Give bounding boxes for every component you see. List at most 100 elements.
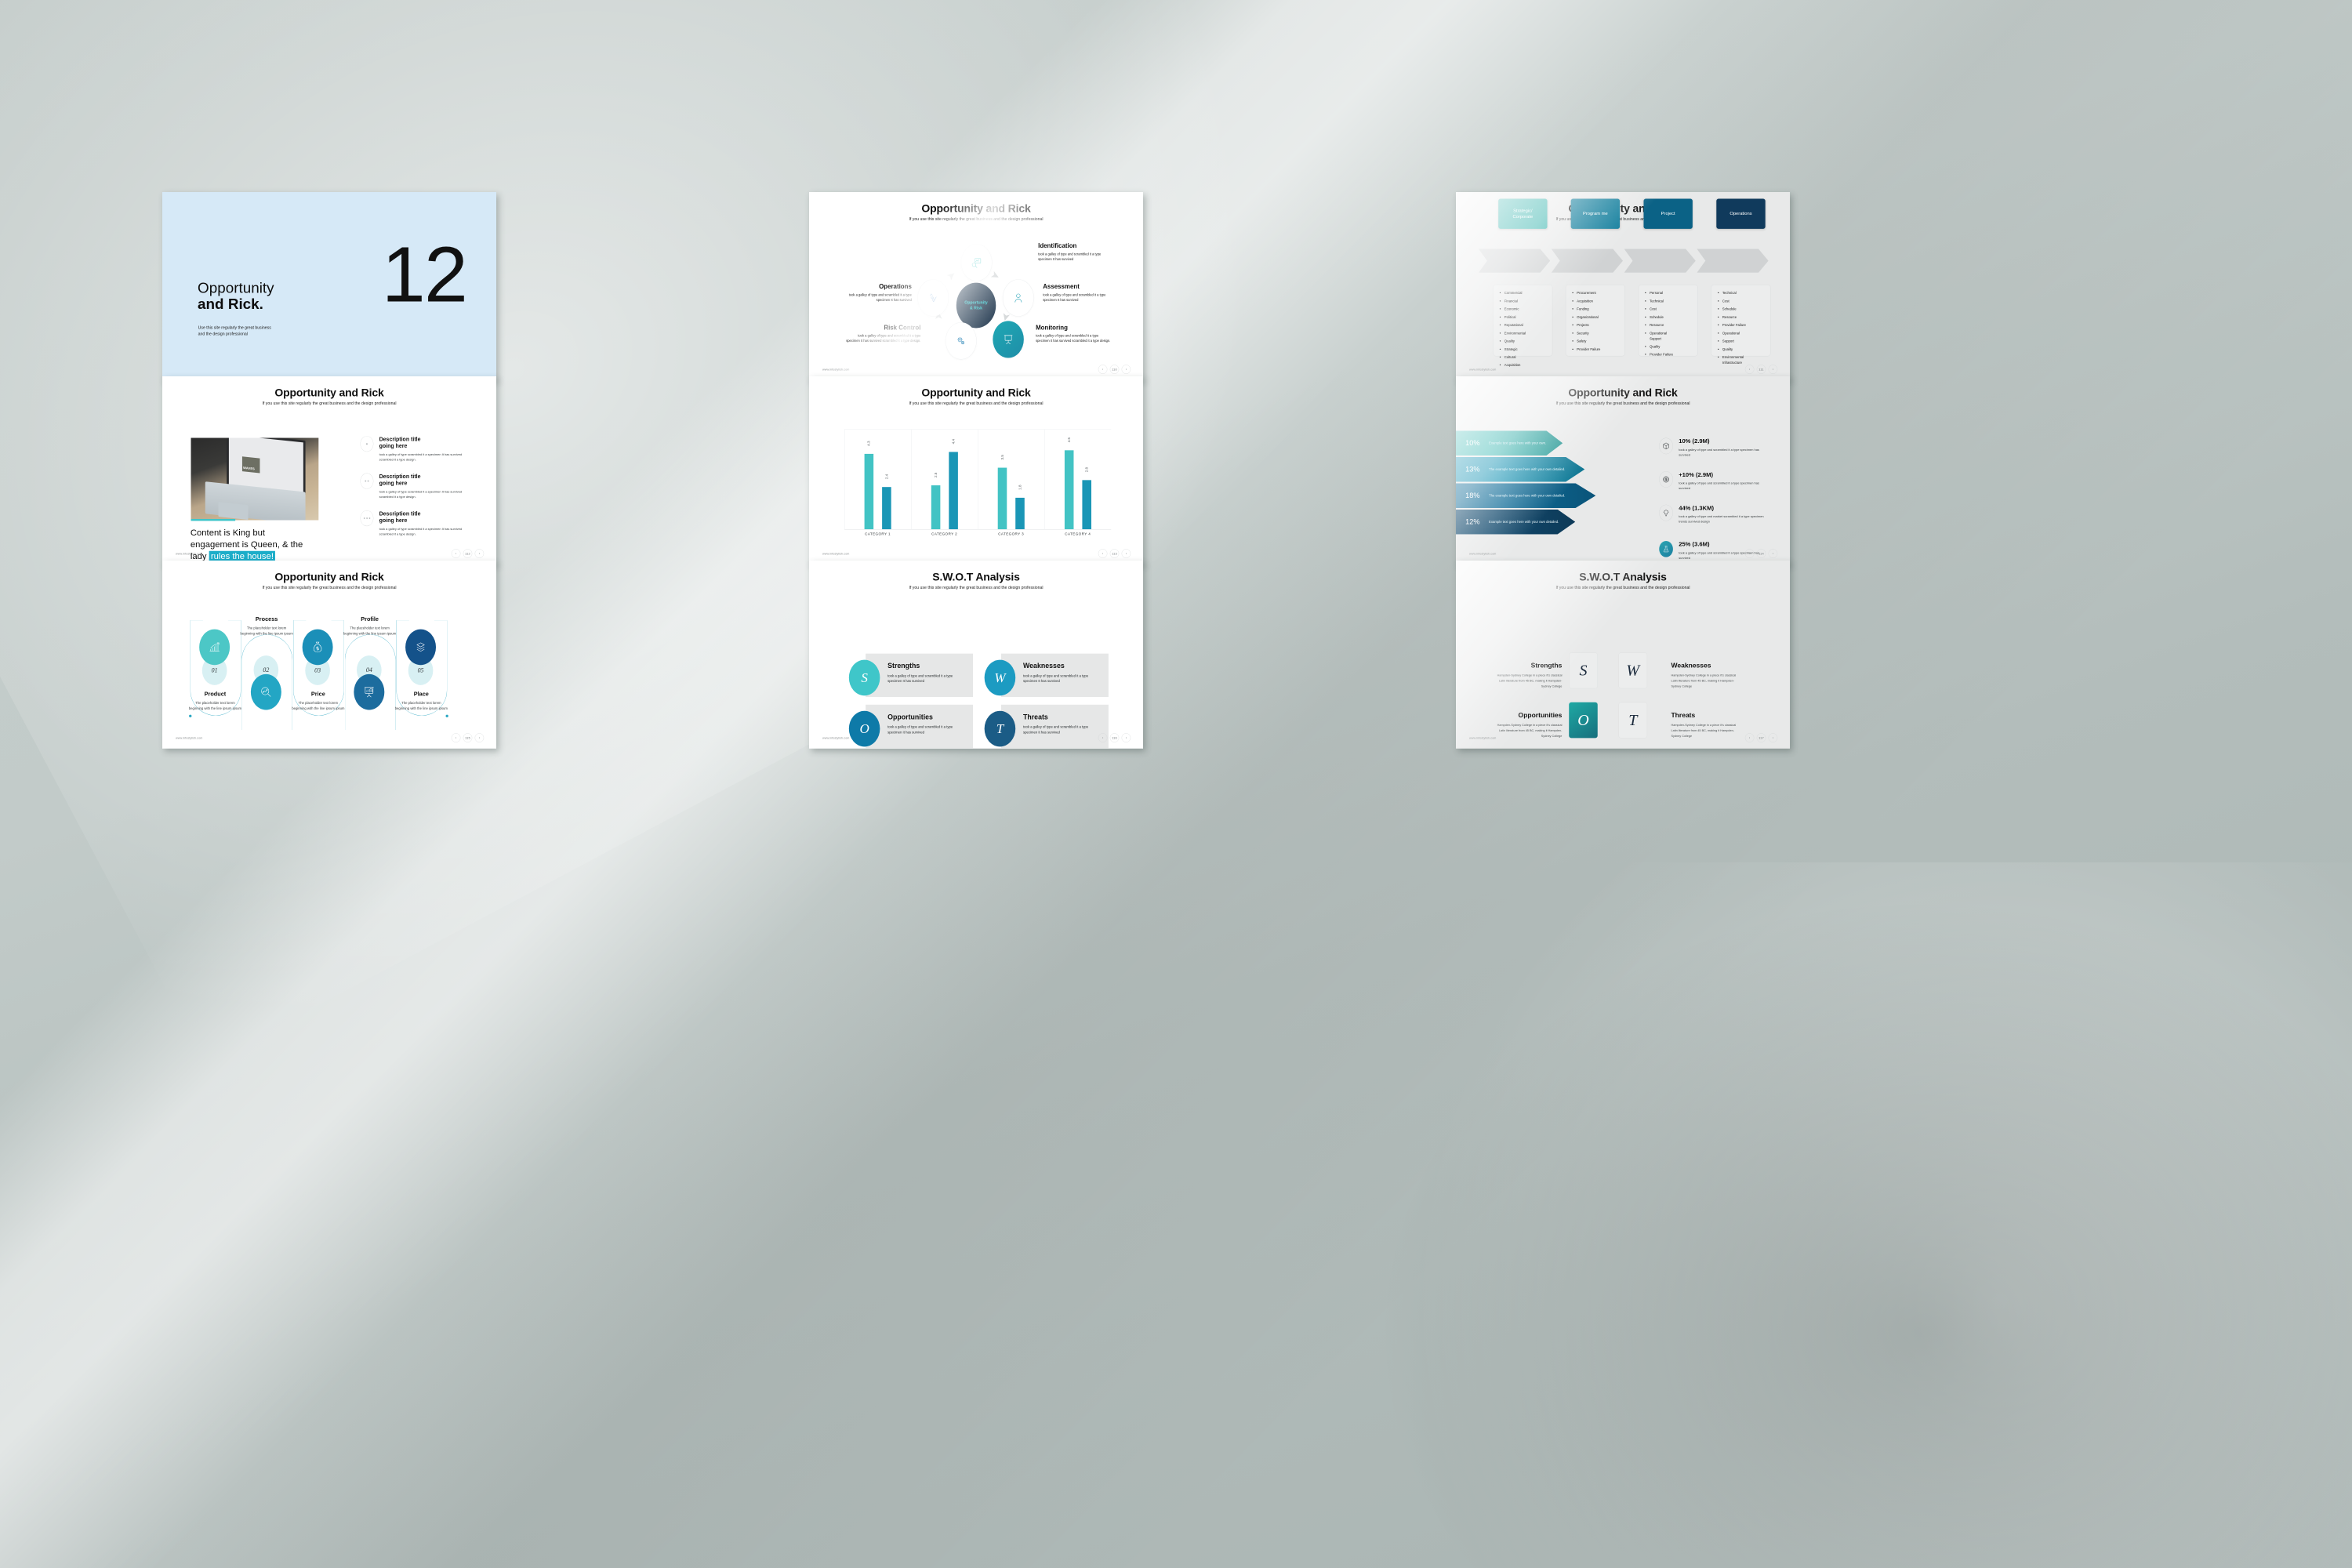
footer-url[interactable]: www.infostylish.com: [822, 552, 849, 555]
category-header-project[interactable]: Project: [1643, 198, 1693, 229]
funnel-text: Example text goes here with your own.: [1488, 441, 1547, 445]
slide-cell-3: Opportunity and Rick If you use this sit…: [1456, 192, 2103, 380]
chart-bar: 2.8: [1082, 467, 1091, 530]
swot-tile-weaknesses[interactable]: W: [1618, 652, 1648, 689]
prev-button[interactable]: ‹: [451, 733, 461, 742]
photo-accent-bar: [191, 518, 236, 521]
swot-tile-threats[interactable]: T: [1618, 702, 1648, 739]
swot-card-opportunities[interactable]: O Opportunities took a galley of type an…: [848, 704, 974, 749]
slide-risk-categories[interactable]: Opportunity and Rick If you use this sit…: [1456, 192, 1791, 380]
category-item: Environmental: [1718, 355, 1767, 360]
chart-bar: 4.3: [864, 441, 874, 530]
page-title: Opportunity and Rick: [921, 201, 1031, 215]
description-item-1[interactable]: Description title going here took a galle…: [360, 436, 473, 462]
step-icon-circle-4[interactable]: [354, 673, 385, 710]
chart-bar: 3.5: [997, 455, 1007, 530]
step-icon-circle-2[interactable]: [250, 673, 281, 710]
swot-card-weaknesses[interactable]: W Weaknesses took a galley of type and s…: [984, 653, 1109, 698]
step-icon-circle-1[interactable]: [199, 629, 230, 666]
funnel-percent: 12%: [1465, 517, 1480, 526]
cycle-node-assessment[interactable]: [1003, 279, 1034, 317]
step-icon-circle-5[interactable]: [405, 629, 437, 666]
swot-card-strengths[interactable]: S Strengths took a galley of type and sc…: [848, 653, 974, 698]
prev-button[interactable]: ‹: [1744, 549, 1755, 558]
slide-swot-tiles[interactable]: S.W.O.T Analysis If you use this site re…: [1456, 561, 1791, 749]
funnel-text: Example text goes here with your own det…: [1488, 520, 1559, 524]
funnel-row[interactable]: 10% Example text goes here with your own.: [1456, 430, 1563, 456]
stat-item-3[interactable]: 44% (1.3KM) took a galley of type and ma…: [1659, 504, 1771, 524]
step-text-4: Profile The placeholder text lorem begin…: [343, 616, 396, 637]
funnel-row[interactable]: 18% The example text goes here with your …: [1456, 483, 1596, 508]
cycle-arrow-2: ➤: [989, 268, 1003, 283]
description-item-3[interactable]: Description title going here took a galle…: [360, 510, 473, 536]
slide-funnel-stats[interactable]: Opportunity and Rick If you use this sit…: [1456, 376, 1791, 564]
footer-url[interactable]: www.infostylish.com: [1469, 552, 1496, 555]
stat-body-3: took a galley of type and market scrambl…: [1679, 514, 1764, 524]
step-text-1: Product The placeholder text lorem begin…: [188, 691, 241, 711]
swot-text-opportunities: Opportunities Hampden-Sydney College in …: [1493, 711, 1563, 739]
cycle-node-identification[interactable]: [960, 244, 993, 281]
page-subtitle: If you use this site regularly the great…: [262, 585, 397, 590]
prev-button[interactable]: ‹: [1098, 549, 1108, 558]
cycle-label-risk-control: Risk Control: [884, 323, 921, 332]
footer-url[interactable]: www.infostylish.com: [176, 552, 202, 555]
next-button[interactable]: ›: [474, 549, 485, 558]
cycle-node-monitoring[interactable]: [993, 321, 1024, 358]
next-button[interactable]: ›: [1768, 365, 1778, 374]
next-button[interactable]: ›: [1768, 549, 1778, 558]
description-body-2: took a galley of type scrambled it a spe…: [379, 489, 463, 499]
swot-tile-opportunities[interactable]: O: [1569, 702, 1598, 739]
footer-url[interactable]: www.infostylish.com: [1469, 368, 1496, 371]
slide-swot-boxes[interactable]: S.W.O.T Analysis If you use this site re…: [809, 561, 1144, 749]
step-icon-circle-3[interactable]: [302, 629, 333, 666]
footer-url[interactable]: www.infostylish.com: [822, 736, 849, 739]
footer-url[interactable]: www.infostylish.com: [176, 736, 202, 739]
chart-group: 3.5 1.8: [978, 429, 1045, 530]
category-item: Acquisition: [1500, 363, 1549, 368]
prev-button[interactable]: ‹: [1098, 733, 1108, 742]
slide-five-steps[interactable]: Opportunity and Rick If you use this sit…: [162, 561, 497, 749]
slide-cycle-diagram[interactable]: Opportunity and Rick If you use this sit…: [809, 192, 1144, 380]
prev-button[interactable]: ‹: [1744, 365, 1755, 374]
description-item-2[interactable]: Description title going here took a galle…: [360, 473, 473, 499]
swot-title-threats: Threats: [1022, 713, 1048, 721]
category-item: Cultural: [1500, 355, 1549, 360]
step-text-3: Price The placeholder text lorem beginni…: [292, 691, 345, 711]
slide-content-photo[interactable]: Opportunity and Rick If you use this sit…: [162, 376, 497, 564]
step-text-5: Place The placeholder text lorem beginni…: [394, 691, 448, 711]
slide-bar-chart[interactable]: Opportunity and Rick If you use this sit…: [809, 376, 1144, 564]
cycle-node-risk-control[interactable]: [946, 322, 977, 360]
funnel-row[interactable]: 13% The example text goes here with your …: [1456, 456, 1585, 482]
page-number: 113: [1109, 549, 1120, 558]
step-label-1: Product: [204, 691, 227, 698]
category-header-operations[interactable]: Operations: [1716, 198, 1766, 229]
slide-cover[interactable]: Opportunity and Rick. Use this site regu…: [162, 192, 497, 380]
next-button[interactable]: ›: [1121, 365, 1131, 374]
category-header-programme[interactable]: Program me: [1570, 198, 1621, 229]
funnel-row[interactable]: 12% Example text goes here with your own …: [1456, 509, 1576, 535]
footer-url[interactable]: www.infostylish.com: [1469, 736, 1496, 739]
prev-button[interactable]: ‹: [451, 549, 461, 558]
next-button[interactable]: ›: [1768, 733, 1778, 742]
stat-body-2: took a galley of type and scrambled it a…: [1679, 481, 1759, 490]
next-button[interactable]: ›: [1121, 549, 1131, 558]
layers-icon: [415, 641, 426, 653]
slide-cell-4: Opportunity and Rick If you use this sit…: [162, 376, 809, 564]
swot-tile-strengths[interactable]: S: [1569, 652, 1598, 689]
next-button[interactable]: ›: [1121, 733, 1131, 742]
swot-text-threats: Threats Hampden-Sydney College in a piec…: [1671, 711, 1740, 739]
step-label-2: Process: [255, 615, 278, 622]
stat-item-1[interactable]: 10% (2.9M) took a galley of type and scr…: [1659, 437, 1771, 458]
page-subtitle: If you use this site regularly the great…: [909, 216, 1044, 222]
category-header-strategic[interactable]: Strategic/Corporate: [1498, 198, 1548, 229]
prev-button[interactable]: ‹: [1098, 365, 1108, 374]
footer-url[interactable]: www.infostylish.com: [822, 368, 849, 371]
cycle-node-operations[interactable]: [917, 279, 949, 317]
stat-item-2[interactable]: +10% (2.9M) took a galley of type and sc…: [1659, 471, 1771, 491]
bar-chart: 4.3 2.4 2.5 4.4 3.5 1.8 4.5 2.8: [844, 429, 1112, 530]
swot-card-threats[interactable]: T Threats took a galley of type and scra…: [984, 704, 1109, 749]
next-button[interactable]: ›: [474, 733, 485, 742]
step-body-3: The placeholder text lorem beginning wit…: [292, 701, 345, 710]
prev-button[interactable]: ‹: [1744, 733, 1755, 742]
swot-title-opportunities: Opportunities: [887, 713, 933, 721]
